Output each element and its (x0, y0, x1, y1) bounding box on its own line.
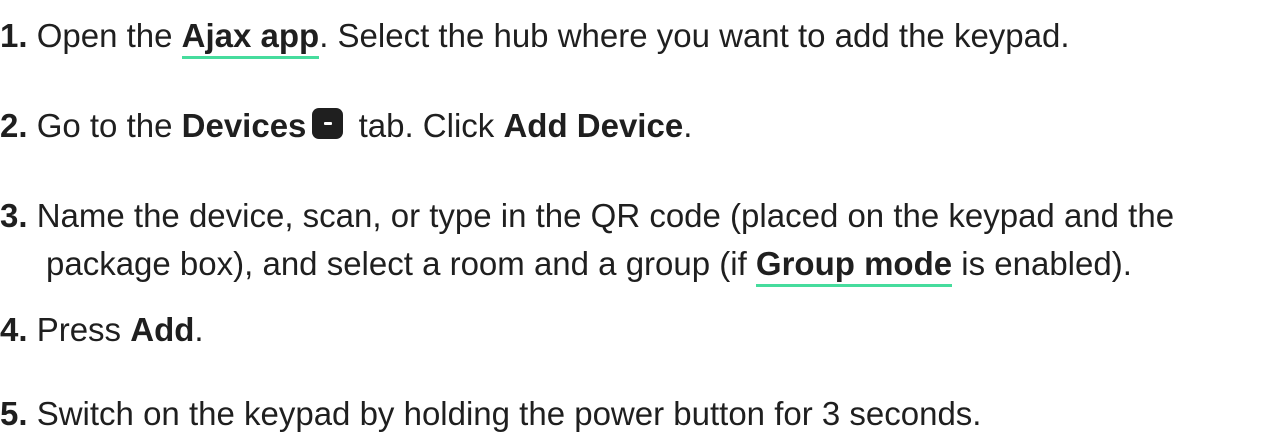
step-number: 5. (0, 395, 28, 432)
step-text: tab. Click (349, 107, 504, 144)
step-text: Switch on the keypad by holding the powe… (36, 395, 982, 432)
step-text: . (194, 311, 204, 348)
step-2: 2. Go to the Devices tab. Click Add Devi… (0, 102, 692, 150)
step-number: 4. (0, 311, 28, 348)
step-1: 1. Open the Ajax app. Select the hub whe… (0, 12, 1070, 60)
step-5: 5. Switch on the keypad by holding the p… (0, 390, 981, 438)
instruction-steps: 1. Open the Ajax app. Select the hub whe… (0, 0, 1276, 447)
step-text: . (683, 107, 693, 144)
add-label: Add (130, 311, 195, 348)
step-text: is enabled). (952, 245, 1132, 282)
devices-tab-icon (312, 108, 344, 139)
step-text-line-1: Name the device, scan, or type in the QR… (36, 197, 1175, 234)
step-text: . Select the hub where you want to add t… (319, 17, 1070, 54)
step-text: Press (36, 311, 131, 348)
add-device-label: Add Device (503, 107, 684, 144)
devices-label: Devices (181, 107, 307, 144)
step-text: Open the (36, 17, 182, 54)
step-3: 3. Name the device, scan, or type in the… (0, 192, 1174, 288)
step-text-line-2: package box), and select a room and a gr… (0, 240, 1174, 288)
step-4: 4. Press Add. (0, 306, 204, 354)
step-text: package box), and select a room and a gr… (46, 245, 756, 282)
group-mode-link[interactable]: Group mode (755, 245, 953, 287)
step-number: 1. (0, 17, 28, 54)
step-number: 2. (0, 107, 28, 144)
step-number: 3. (0, 197, 28, 234)
ajax-app-link[interactable]: Ajax app (181, 17, 320, 59)
step-text: Go to the (36, 107, 182, 144)
